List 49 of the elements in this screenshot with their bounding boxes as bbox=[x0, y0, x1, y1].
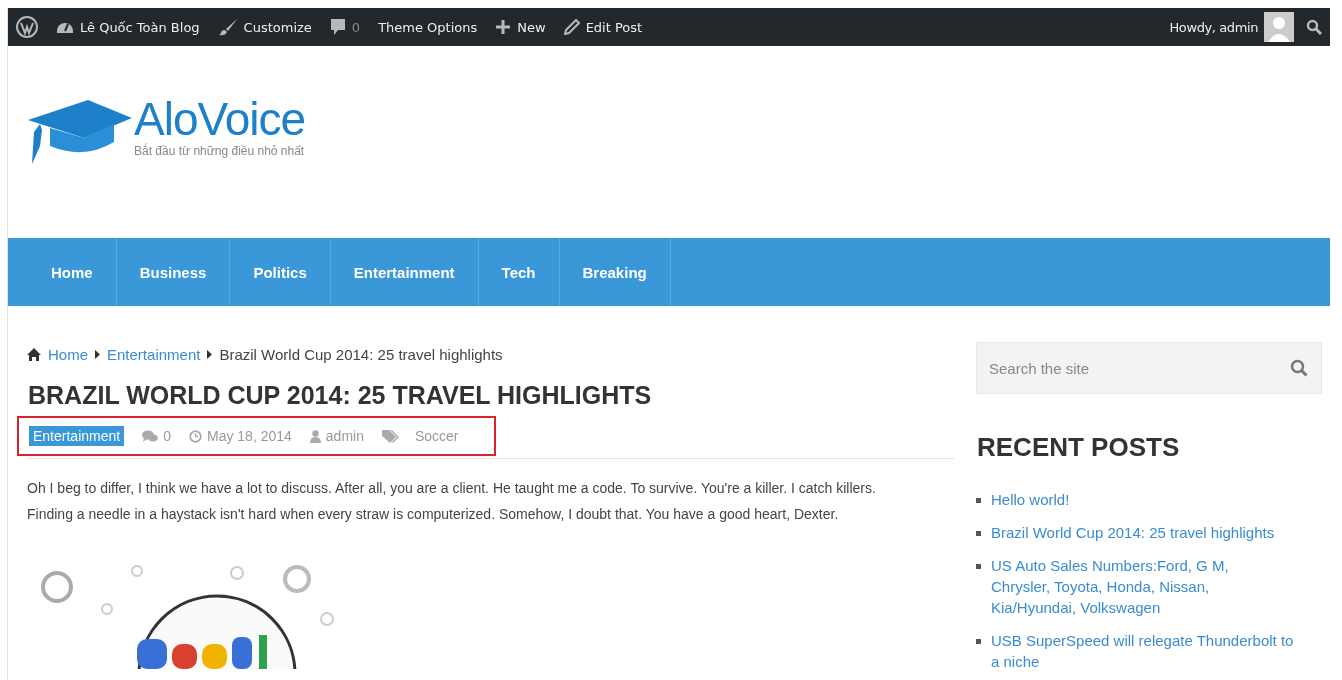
bullet-icon bbox=[976, 498, 981, 503]
brush-icon bbox=[217, 18, 238, 36]
wordpress-logo-icon[interactable] bbox=[16, 16, 38, 38]
comments-link[interactable]: 0 bbox=[329, 18, 361, 36]
breadcrumb-link[interactable]: Entertainment bbox=[107, 346, 201, 363]
search-icon[interactable] bbox=[1290, 359, 1308, 377]
post-title: BRAZIL WORLD CUP 2014: 25 TRAVEL HIGHLIGHTS bbox=[28, 381, 653, 410]
recent-post-link[interactable]: USB SuperSpeed will relegate Thunderbolt to a niche bbox=[991, 630, 1301, 672]
search-field[interactable]: Search the site bbox=[976, 342, 1322, 394]
post-tag[interactable]: Soccer bbox=[414, 428, 459, 444]
post-body: Oh I beg to differ, I think we have a lot to discuss. After all, you are a client. He taught me a code. To survive. You're a killer. I catch killers. Finding a needle in a haystack isn't hard when every straw is computerized. Somehow, I doubt that. You have a good heart, Dexter. bbox=[27, 479, 877, 524]
nav-item[interactable]: Breaking bbox=[559, 238, 671, 306]
nav-item[interactable]: Politics bbox=[230, 238, 331, 306]
nav-item[interactable]: Tech bbox=[478, 238, 560, 306]
tags-icon bbox=[381, 429, 400, 443]
breadcrumb-link[interactable]: Home bbox=[48, 346, 88, 363]
post-author[interactable]: admin bbox=[325, 428, 364, 444]
clock-icon bbox=[188, 429, 202, 443]
toolbar-link[interactable]: Customize bbox=[217, 18, 312, 36]
toolbar-link[interactable]: Edit Post bbox=[563, 19, 643, 35]
recent-post-link[interactable]: Hello world! bbox=[991, 489, 1070, 510]
search-icon[interactable] bbox=[1306, 19, 1322, 35]
breadcrumb-current: Brazil World Cup 2014: 25 travel highlights bbox=[219, 346, 503, 363]
home-icon bbox=[27, 348, 41, 361]
comment-count: 0 bbox=[163, 428, 171, 444]
user-icon bbox=[309, 429, 321, 443]
site-tagline: Bắt đầu từ những điều nhỏ nhất bbox=[134, 144, 305, 158]
nav-item[interactable]: Entertainment bbox=[330, 238, 479, 306]
bullet-icon bbox=[976, 531, 981, 536]
toolbar-link[interactable]: Lê Quốc Toàn Blog bbox=[56, 19, 200, 35]
post-date: May 18, 2014 bbox=[206, 428, 292, 444]
greeting[interactable]: Howdy, admin bbox=[1169, 19, 1258, 35]
toolbar-link[interactable]: Theme Options bbox=[378, 19, 478, 35]
bullet-icon bbox=[976, 564, 981, 569]
nav-item[interactable]: Home bbox=[28, 238, 117, 306]
plus-icon bbox=[495, 19, 512, 35]
toolbar-link[interactable]: New bbox=[495, 19, 546, 35]
caret-icon bbox=[207, 350, 213, 359]
category-tag[interactable]: Entertainment bbox=[29, 426, 125, 446]
nav-item[interactable]: Business bbox=[116, 238, 231, 306]
widget-title: RECENT POSTS bbox=[977, 432, 1181, 463]
pencil-icon bbox=[563, 19, 580, 35]
recent-post-link[interactable]: Brazil World Cup 2014: 25 travel highlights bbox=[991, 522, 1275, 543]
site-logo-name: AloVoice bbox=[134, 96, 305, 142]
caret-icon bbox=[95, 350, 100, 359]
bullet-icon bbox=[976, 639, 981, 644]
comment-icon bbox=[329, 18, 346, 36]
comments-icon bbox=[142, 429, 159, 443]
recent-post-link[interactable]: US Auto Sales Numbers:Ford, G M, Chrysler, Toyota, Honda, Nissan, Kia/Hyundai, Volkswagen bbox=[991, 555, 1253, 618]
